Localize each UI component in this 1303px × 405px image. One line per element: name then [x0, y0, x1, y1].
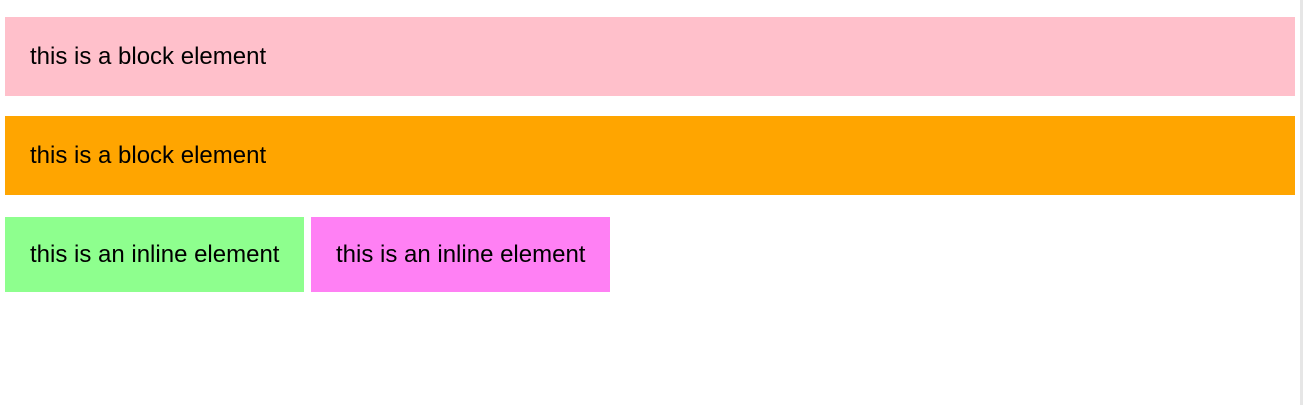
- page: this is a block element this is a block …: [0, 0, 1300, 405]
- inline-element-green: this is an inline element: [5, 217, 304, 292]
- block-element-pink: this is a block element: [5, 17, 1295, 96]
- block-element-orange: this is a block element: [5, 116, 1295, 195]
- inline-element-label: this is an inline element: [30, 240, 280, 268]
- inline-element-magenta: this is an inline element: [311, 217, 610, 292]
- block-element-label: this is a block element: [30, 141, 267, 169]
- block-element-label: this is a block element: [30, 42, 267, 70]
- inline-element-label: this is an inline element: [336, 240, 586, 268]
